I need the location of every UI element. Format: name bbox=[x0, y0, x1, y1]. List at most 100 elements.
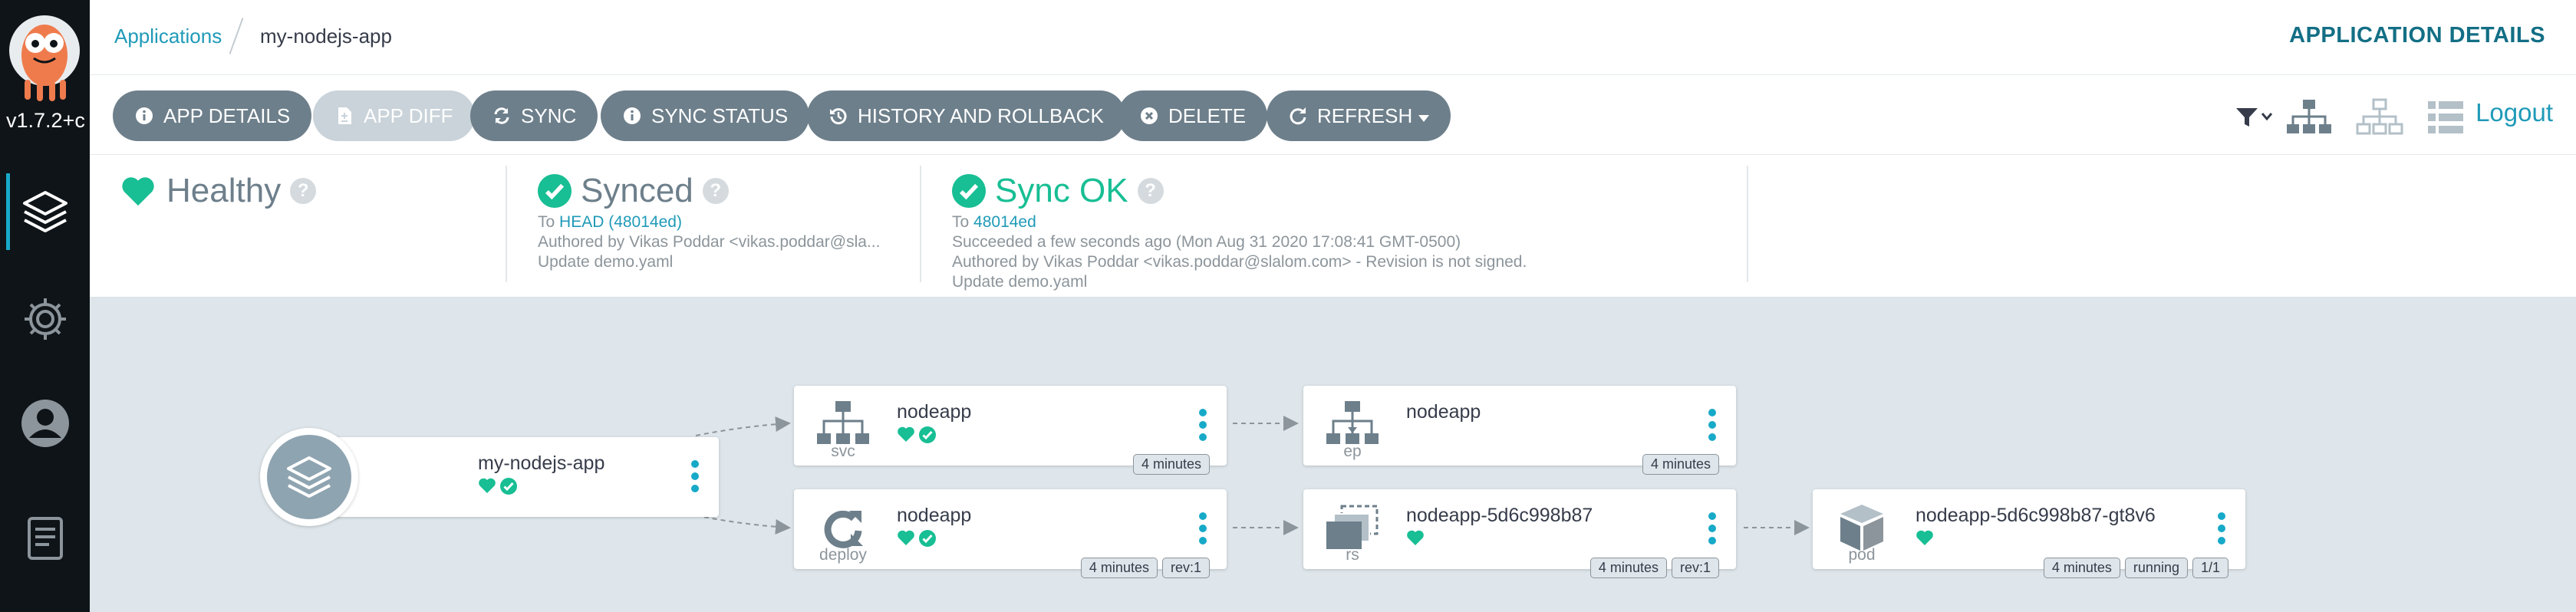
service-icon bbox=[817, 401, 869, 444]
root-app-title: my-nodejs-app bbox=[478, 452, 605, 474]
divider bbox=[506, 166, 507, 282]
sync-icon bbox=[492, 106, 512, 126]
network-view-icon bbox=[2356, 98, 2403, 135]
health-status: Healthy ? bbox=[120, 155, 565, 278]
sidebar-item-docs[interactable] bbox=[0, 500, 90, 577]
node-title: nodeapp bbox=[1406, 401, 1481, 423]
sync-status-label: Synced bbox=[581, 172, 693, 209]
heart-icon bbox=[1916, 530, 1933, 545]
sidebar-item-user[interactable] bbox=[0, 385, 90, 462]
caret-down-icon bbox=[1418, 104, 1430, 128]
argo-logo[interactable] bbox=[6, 11, 83, 104]
check-circle-icon bbox=[919, 426, 936, 443]
app-diff-label: APP DIFF bbox=[364, 104, 453, 127]
history-rollback-button[interactable]: HISTORY AND ROLLBACK bbox=[807, 90, 1125, 141]
sync-revision-line: To HEAD (48014ed) bbox=[538, 213, 682, 232]
sync-author: Authored by Vikas Poddar <vikas.poddar@s… bbox=[538, 233, 881, 251]
breadcrumb-separator bbox=[229, 18, 244, 54]
node-title: nodeapp-5d6c998b87 bbox=[1406, 505, 1593, 526]
breadcrumb-current: my-nodejs-app bbox=[260, 25, 392, 48]
node-tags: 4 minutes rev:1 bbox=[1080, 558, 1210, 578]
toolbar: APP DETAILS APP DIFF SYNC SYNC STATUS HI… bbox=[90, 75, 2576, 155]
operation-status-label: Sync OK bbox=[995, 172, 1128, 209]
status-badges bbox=[897, 529, 937, 548]
tree-view-button[interactable] bbox=[2285, 98, 2333, 137]
sync-revision-link[interactable]: HEAD (48014ed) bbox=[559, 213, 682, 231]
to-label: To bbox=[952, 213, 970, 231]
sidebar-item-settings[interactable] bbox=[0, 281, 90, 357]
check-circle-icon bbox=[538, 174, 572, 208]
node-title: nodeapp-5d6c998b87-gt8v6 bbox=[1916, 505, 2156, 526]
sync-message: Update demo.yaml bbox=[538, 253, 674, 271]
status-panel: Healthy ? Synced ? To HEAD (48014ed) Aut… bbox=[90, 155, 2576, 298]
kebab-menu-icon[interactable] bbox=[691, 460, 700, 492]
age-tag: 4 minutes bbox=[1080, 558, 1158, 578]
app-details-button[interactable]: APP DETAILS bbox=[113, 90, 312, 141]
version-label: v1.7.2+c bbox=[6, 109, 85, 132]
list-view-icon bbox=[2428, 101, 2463, 133]
deploy-node[interactable]: deploy nodeapp 4 minutes rev:1 bbox=[794, 489, 1227, 578]
pod-cube-icon bbox=[1840, 505, 1883, 551]
app-diff-button[interactable]: APP DIFF bbox=[313, 90, 475, 141]
kebab-menu-icon[interactable] bbox=[1708, 512, 1718, 545]
sync-status-label: SYNC STATUS bbox=[651, 104, 789, 127]
kebab-menu-icon[interactable] bbox=[1199, 409, 1208, 441]
divider bbox=[1747, 166, 1748, 282]
node-kind: deploy bbox=[819, 546, 867, 564]
breadcrumb-applications[interactable]: Applications bbox=[114, 25, 222, 48]
logout-link[interactable]: Logout bbox=[2476, 98, 2553, 127]
filter-button[interactable] bbox=[2235, 98, 2276, 137]
layers-icon bbox=[287, 456, 331, 498]
node-kind: rs bbox=[1346, 546, 1359, 564]
endpoints-icon bbox=[1326, 401, 1379, 444]
operation-revision-link[interactable]: 48014ed bbox=[973, 213, 1036, 231]
tree-view-icon bbox=[2287, 100, 2331, 133]
delete-label: DELETE bbox=[1168, 104, 1247, 127]
history-icon bbox=[828, 106, 848, 126]
kebab-menu-icon[interactable] bbox=[1199, 512, 1208, 545]
delete-button[interactable]: DELETE bbox=[1118, 90, 1268, 141]
operation-status: Sync OK ? To 48014ed Succeeded a few sec… bbox=[952, 155, 1796, 291]
node-tags: 4 minutes bbox=[1642, 454, 1719, 475]
refresh-button[interactable]: REFRESH bbox=[1267, 90, 1451, 141]
status-badges bbox=[1916, 529, 1934, 546]
ep-node[interactable]: ep nodeapp 4 minutes bbox=[1303, 386, 1736, 475]
network-view-button[interactable] bbox=[2356, 98, 2403, 137]
svc-node[interactable]: svc nodeapp 4 minutes bbox=[794, 386, 1227, 475]
node-kind: ep bbox=[1343, 443, 1362, 460]
heart-icon bbox=[479, 478, 496, 493]
operation-author: Authored by Vikas Poddar <vikas.poddar@s… bbox=[952, 253, 1527, 271]
node-tags: 4 minutes rev:1 bbox=[1589, 558, 1719, 578]
root-app-icon bbox=[260, 428, 358, 526]
kebab-menu-icon[interactable] bbox=[1708, 409, 1718, 441]
refresh-label: REFRESH bbox=[1317, 104, 1413, 127]
sync-button[interactable]: SYNC bbox=[470, 90, 598, 141]
check-circle-icon bbox=[952, 174, 986, 208]
operation-revision-line: To 48014ed bbox=[952, 213, 1036, 232]
kebab-menu-icon[interactable] bbox=[2218, 512, 2227, 545]
main-area: Applications my-nodejs-app APPLICATION D… bbox=[90, 0, 2576, 612]
node-tags: 4 minutes running 1/1 bbox=[2043, 558, 2228, 578]
help-icon[interactable]: ? bbox=[290, 178, 317, 204]
sidebar-item-applications[interactable] bbox=[0, 173, 90, 250]
help-icon[interactable]: ? bbox=[1137, 178, 1164, 204]
age-tag: 4 minutes bbox=[1642, 454, 1719, 475]
status-badges bbox=[1406, 529, 1425, 546]
root-app-node[interactable]: my-nodejs-app bbox=[312, 437, 719, 517]
help-icon[interactable]: ? bbox=[702, 178, 729, 204]
sync-status-button[interactable]: SYNC STATUS bbox=[601, 90, 810, 141]
list-view-button[interactable] bbox=[2426, 98, 2465, 137]
rs-node[interactable]: rs nodeapp-5d6c998b87 4 minutes rev:1 bbox=[1303, 489, 1736, 578]
age-tag: 4 minutes bbox=[1132, 454, 1210, 475]
sync-label: SYNC bbox=[521, 104, 577, 127]
age-tag: 4 minutes bbox=[2043, 558, 2120, 578]
sidebar: v1.7.2+c bbox=[0, 0, 90, 612]
ready-tag: 1/1 bbox=[2192, 558, 2228, 578]
pod-node[interactable]: pod nodeapp-5d6c998b87-gt8v6 4 minutes r… bbox=[1813, 489, 2245, 578]
revision-tag: rev:1 bbox=[1161, 558, 1210, 578]
delete-icon bbox=[1139, 106, 1159, 126]
replicaset-icon bbox=[1326, 505, 1379, 549]
node-title: nodeapp bbox=[897, 505, 972, 526]
filter-icon bbox=[2236, 108, 2273, 127]
top-bar: Applications my-nodejs-app APPLICATION D… bbox=[90, 0, 2576, 75]
